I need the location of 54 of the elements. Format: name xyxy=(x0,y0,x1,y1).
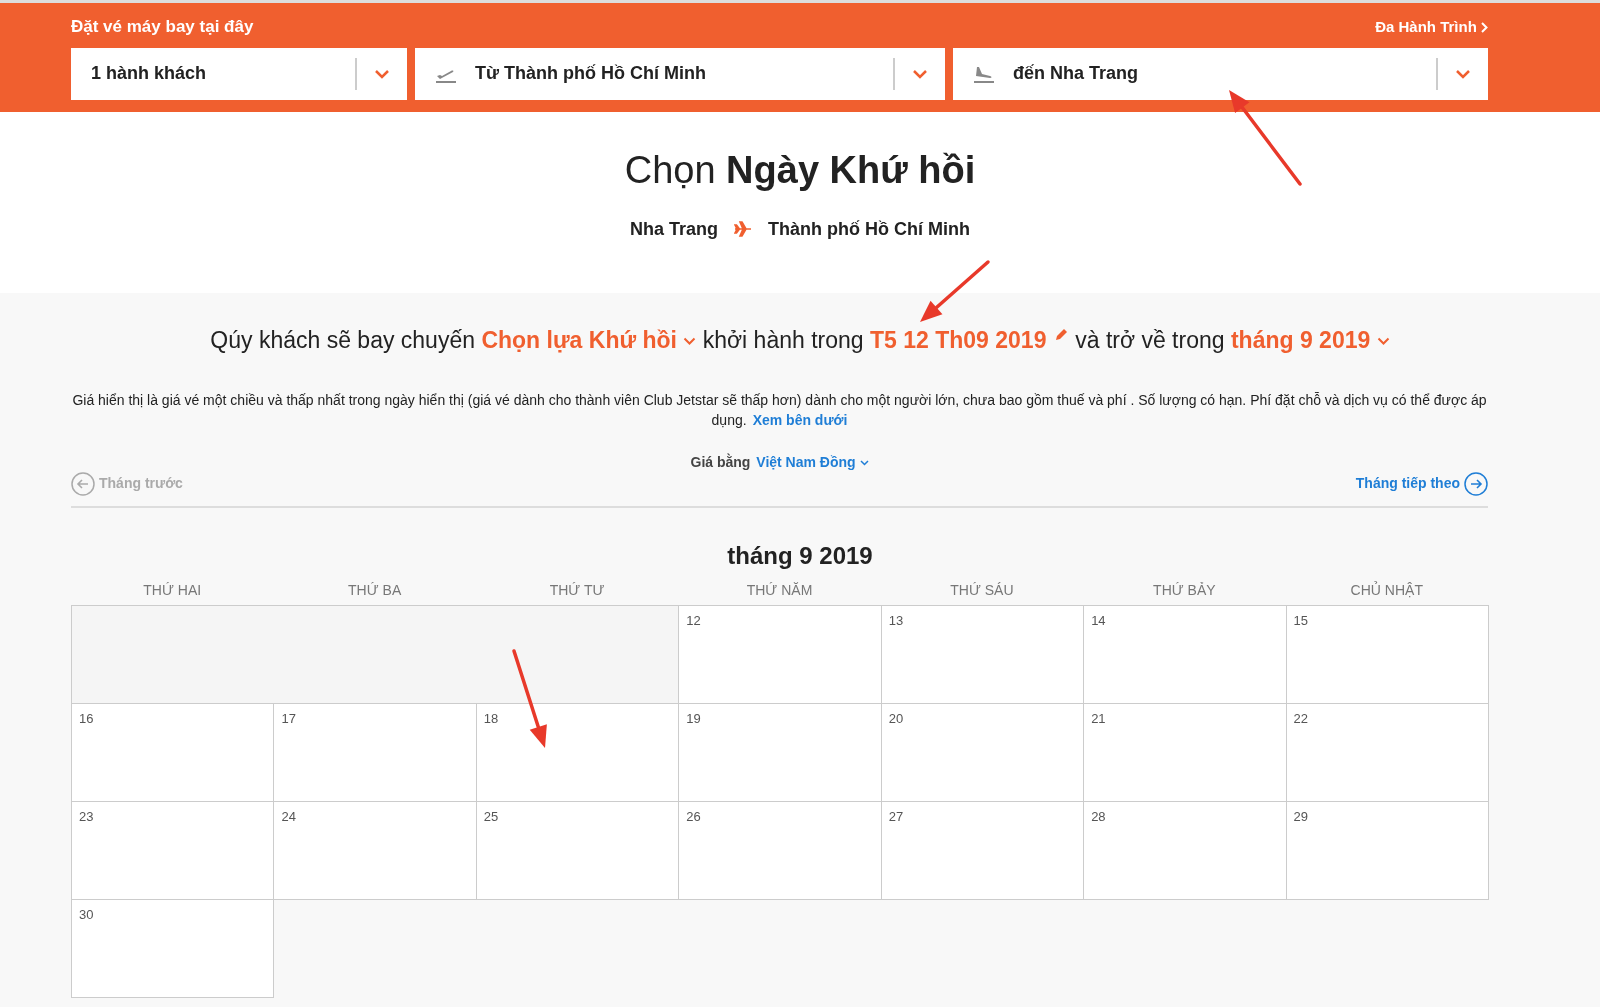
day-cell[interactable]: 26 xyxy=(678,800,882,900)
day-cell[interactable]: 30 xyxy=(71,898,275,998)
day-cell[interactable]: 23 xyxy=(71,800,275,900)
sentence-text: Qúy khách sẽ bay chuyến xyxy=(210,327,475,353)
annotation-arrow xyxy=(920,260,990,322)
destination-select[interactable]: đến Nha Trang xyxy=(953,47,1488,100)
sentence-text: khởi hành trong xyxy=(702,327,864,353)
route-origin: Nha Trang xyxy=(630,217,718,241)
next-month-link[interactable]: Tháng tiếp theo xyxy=(1355,471,1488,496)
day-cell[interactable]: 16 xyxy=(71,702,275,802)
plane-icon xyxy=(734,221,752,238)
day-cell[interactable]: 29 xyxy=(1285,800,1489,900)
day-cell[interactable]: 20 xyxy=(880,702,1085,802)
see-below-link[interactable]: Xem bên dưới xyxy=(752,411,848,428)
day-cell[interactable]: 22 xyxy=(1285,702,1489,802)
currency-label: Giá bằng xyxy=(690,453,752,470)
day-cell[interactable]: 25 xyxy=(475,800,680,900)
header-title: Đặt vé máy bay tại đây xyxy=(71,16,254,38)
chevron-down-icon xyxy=(374,68,390,79)
plane-landing-icon xyxy=(973,64,995,83)
weekday-label: THỨ BA xyxy=(347,580,403,600)
arrow-left-icon xyxy=(71,471,95,496)
origin-select[interactable]: Từ Thành phố Hồ Chí Minh xyxy=(415,47,945,100)
day-cell[interactable]: 24 xyxy=(273,800,477,900)
weekday-label: THỨ BẢY xyxy=(1152,580,1217,600)
chevron-down-icon xyxy=(1455,68,1471,79)
currency-dropdown[interactable]: Việt Nam Đồng xyxy=(756,453,869,470)
chevron-down-icon xyxy=(1376,337,1390,347)
day-cell[interactable]: 19 xyxy=(678,702,882,802)
month-title: tháng 9 2019 xyxy=(726,540,874,571)
route-destination: Thành phố Hồ Chí Minh xyxy=(768,217,970,241)
weekday-label: THỨ SÁU xyxy=(949,580,1015,600)
chevron-down-icon xyxy=(912,68,928,79)
day-cell[interactable]: 15 xyxy=(1285,604,1489,704)
day-cell[interactable]: 13 xyxy=(880,604,1085,704)
day-cell[interactable]: 21 xyxy=(1083,702,1287,802)
page-heading: Chọn Ngày Khứ hồi xyxy=(623,148,977,193)
chevron-down-icon xyxy=(683,337,697,347)
weekday-label: THỨ NĂM xyxy=(745,580,814,600)
day-cell[interactable]: 12 xyxy=(678,604,882,704)
chevron-down-icon xyxy=(859,459,869,466)
arrow-right-icon xyxy=(1464,471,1488,496)
weekday-label: THỨ TƯ xyxy=(548,580,606,600)
day-cell[interactable]: 17 xyxy=(273,702,477,802)
passenger-select[interactable]: 1 hành khách xyxy=(71,47,407,100)
price-note: Giá hiển thị là giá vé một chiều và thấp nhất trong ngày hiển thị (giá vé dành cho thành viên Club Jetstar sẽ thấp hơn) dành cho một người lớn, chưa bao gồm thuế và phí . Số lượng có hạn. Phí đặt chỗ và dịch vụ có thể được áp dụng. Xem bên dưới xyxy=(71,390,1488,430)
weekday-label: THỨ HAI xyxy=(142,580,203,600)
day-cell[interactable]: 14 xyxy=(1083,604,1287,704)
chevron-right-icon xyxy=(1481,22,1488,34)
weekday-label: CHỦ NHẬT xyxy=(1349,580,1424,600)
day-cell[interactable]: 28 xyxy=(1083,800,1287,900)
day-cell[interactable]: 27 xyxy=(880,800,1085,900)
sentence-text: và trở về trong xyxy=(1075,327,1225,353)
day-cell[interactable]: 18 xyxy=(475,702,680,802)
